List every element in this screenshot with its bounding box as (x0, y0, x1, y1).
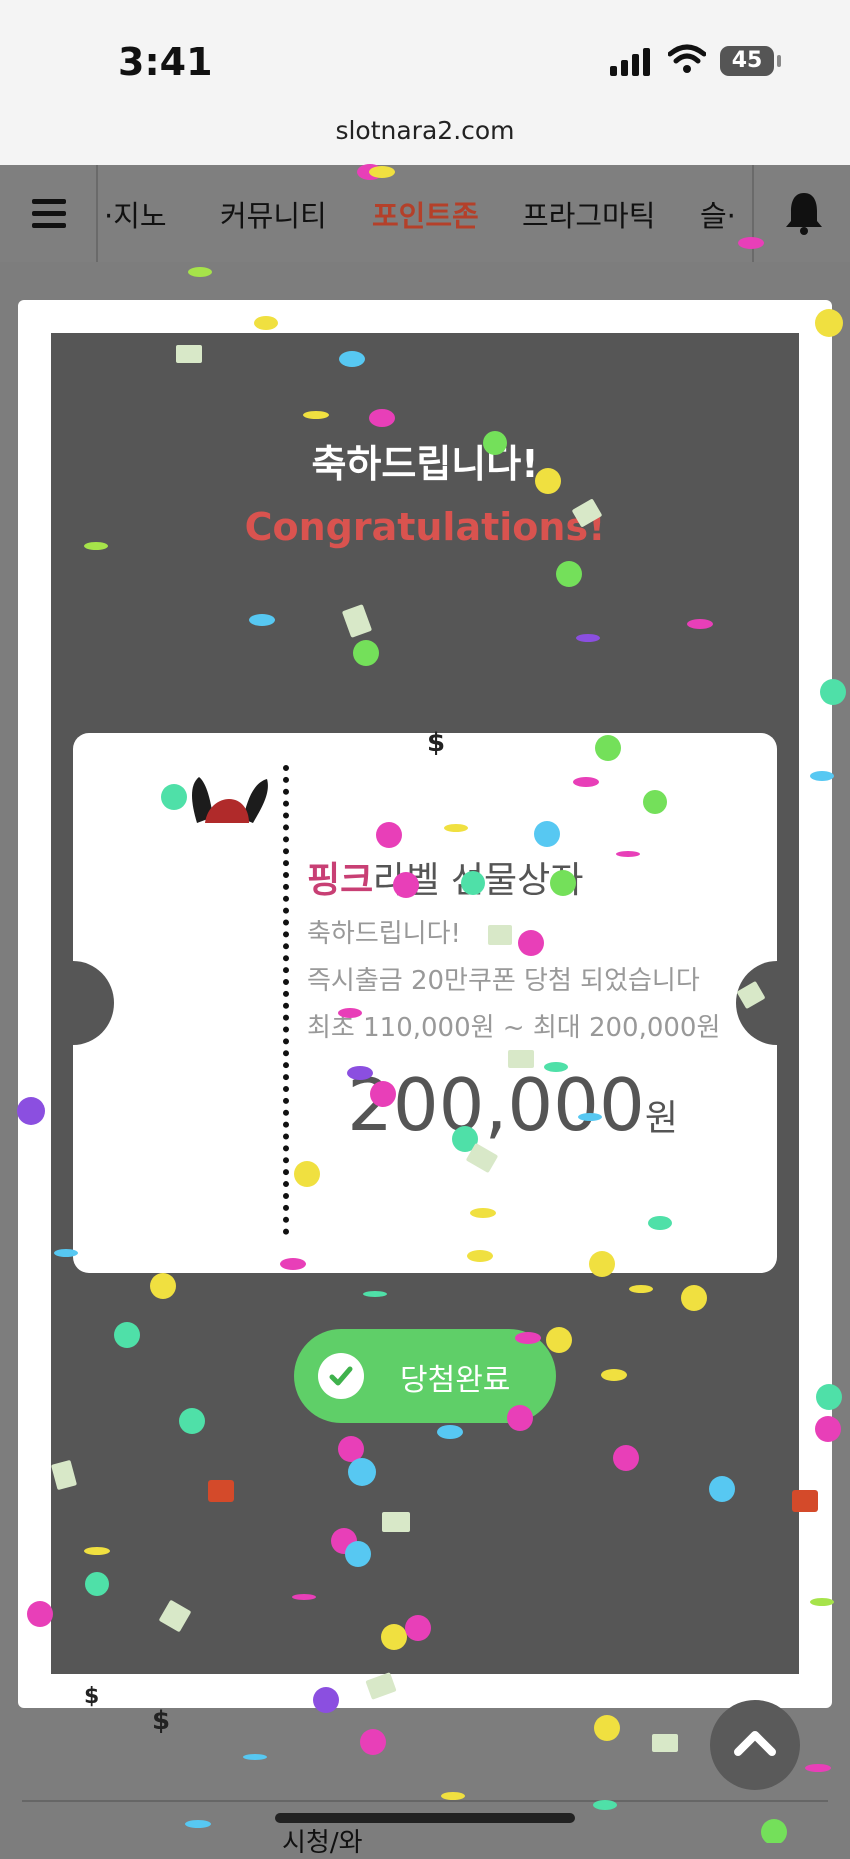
prize-ticket: 핑크라벨 선물상자 축하드립니다! 즉시출금 20만쿠폰 당첨 되었습니다 최초… (73, 733, 777, 1273)
menu-button[interactable] (0, 165, 98, 262)
nav-item-casino[interactable]: ·지노 (104, 193, 167, 235)
nav-items: ·지노 커뮤니티 포인트존 프라그마틱 슬· (96, 165, 752, 262)
scroll-top-button[interactable] (710, 1700, 800, 1790)
battery-nub (777, 55, 781, 67)
ticket-title-highlight: 핑크 (307, 860, 374, 901)
ticket-notch-right (736, 961, 777, 1045)
ticket-line-2: 즉시출금 20만쿠폰 당첨 되었습니다 (307, 966, 700, 996)
top-nav: ·지노 커뮤니티 포인트존 프라그마틱 슬· (0, 165, 850, 264)
bottom-table-cell: 시청/와 (282, 1828, 363, 1858)
nav-item-point-zone[interactable]: 포인트존 (372, 193, 479, 235)
notification-button[interactable] (752, 165, 850, 262)
chevron-up-icon (734, 1731, 776, 1756)
ticket-perforation (283, 765, 289, 1235)
ticket-notch-left (73, 961, 114, 1045)
prize-amount: 200,000원 (73, 1063, 777, 1147)
status-bar: 3:41 45 slotnara2.com (0, 0, 850, 165)
congrats-title-ko: 축하드립니다! (311, 442, 539, 486)
check-icon (318, 1353, 364, 1399)
congrats-title-en: Congratulations! (244, 505, 606, 549)
nav-item-slot[interactable]: 슬· (700, 193, 736, 235)
prize-amount-unit: 원 (644, 1098, 678, 1139)
cellular-signal-icon (610, 48, 650, 76)
home-indicator (275, 1813, 575, 1823)
ticket-line-1: 축하드립니다! (307, 919, 461, 949)
prize-amount-value: 200,000 (347, 1063, 645, 1147)
claim-complete-button[interactable]: 당첨완료 (294, 1329, 556, 1423)
bell-icon (786, 193, 822, 235)
wifi-icon (668, 44, 706, 73)
ticket-title: 핑크라벨 선물상자 (307, 851, 583, 903)
ticket-title-rest: 라벨 선물상자 (373, 860, 584, 901)
bunny-mascot-icon (192, 777, 268, 823)
battery-indicator: 45 (720, 46, 774, 76)
nav-item-community[interactable]: 커뮤니티 (220, 193, 327, 235)
nav-item-pragmatic[interactable]: 프라그마틱 (522, 193, 655, 235)
url-bar[interactable]: slotnara2.com (0, 116, 850, 145)
claim-complete-label: 당첨완료 (400, 1363, 511, 1398)
status-time: 3:41 (118, 40, 213, 84)
svg-text:$: $ (152, 1706, 170, 1736)
ticket-line-3: 최초 110,000원 ~ 최대 200,000원 (307, 1013, 721, 1043)
